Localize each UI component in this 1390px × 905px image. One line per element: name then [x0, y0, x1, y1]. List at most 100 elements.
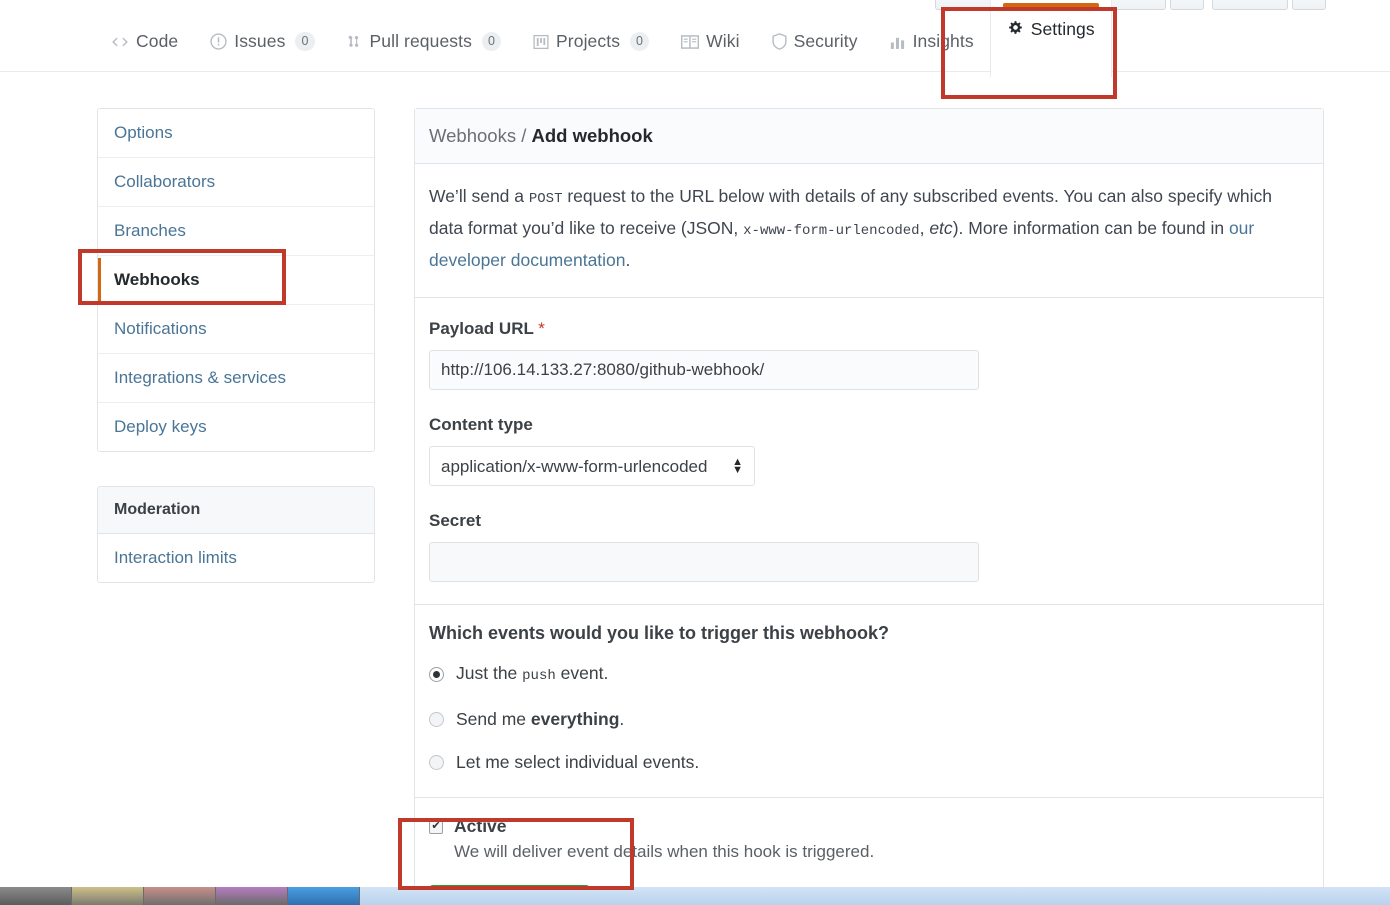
breadcrumb: Webhooks / Add webhook [415, 109, 1323, 164]
sidebar-item-branches[interactable]: Branches [98, 207, 374, 256]
tab-insights-label: Insights [912, 31, 974, 51]
events-question: Which events would you like to trigger t… [429, 623, 890, 643]
desc-part-4: ). More information can be found in [952, 218, 1229, 238]
sidebar-item-webhooks[interactable]: Webhooks [98, 256, 374, 305]
breadcrumb-separator: / [516, 125, 532, 146]
content-type-select[interactable]: application/x-www-form-urlencoded [429, 446, 755, 486]
radio-everything-icon[interactable] [429, 711, 444, 727]
desc-part-3: , [919, 218, 930, 238]
secret-input[interactable] [429, 542, 979, 582]
payload-url-input[interactable] [429, 350, 979, 390]
event-option-everything[interactable]: Send me everything. [429, 708, 1309, 730]
webhook-description: We’ll send a POST request to the URL bel… [429, 182, 1309, 275]
graph-icon [890, 34, 906, 50]
tab-pull-requests[interactable]: Pull requests 0 [331, 13, 518, 71]
checkbox-active-icon[interactable]: ✔ [429, 819, 443, 834]
tab-security[interactable]: Security [756, 13, 874, 71]
code-icon [111, 34, 129, 50]
secret-field: Secret [429, 510, 1309, 582]
taskbar-item-3[interactable] [144, 887, 216, 905]
active-checkbox-row[interactable]: ✔ Active [429, 816, 1309, 837]
star-count[interactable] [1170, 0, 1204, 10]
repo-nav-tabs: Code Issues 0 Pull requests 0 Projects 0… [95, 0, 1112, 77]
desc-em-etc: etc [929, 218, 953, 238]
tab-wiki[interactable]: Wiki [665, 13, 755, 71]
sidebar-item-options[interactable]: Options [98, 109, 374, 158]
tab-settings[interactable]: Settings [989, 0, 1112, 77]
secret-label: Secret [429, 511, 481, 530]
tab-settings-label: Settings [1030, 18, 1095, 39]
payload-url-label-text: Payload URL [429, 319, 534, 338]
desc-code-post: POST [528, 191, 563, 207]
webhook-events-section: Which events would you like to trigger t… [415, 605, 1323, 798]
desc-code-urlencoded: x-www-form-urlencoded [743, 223, 920, 239]
project-icon [533, 34, 549, 50]
repo-action-buttons-strip [0, 0, 1390, 12]
settings-menu-moderation: Moderation Interaction limits [97, 486, 375, 583]
payload-url-label: Payload URL * [429, 318, 1309, 340]
content-type-field: Content type application/x-www-form-urle… [429, 414, 1309, 486]
tab-code[interactable]: Code [95, 13, 194, 71]
desc-part-1: We’ll send a [429, 186, 529, 206]
taskbar-item-4[interactable] [216, 887, 288, 905]
payload-url-required-mark: * [538, 319, 545, 338]
gear-icon [1007, 19, 1024, 36]
taskbar-item-1[interactable] [0, 887, 72, 905]
active-label: Active [454, 816, 507, 836]
active-help-text: We will deliver event details when this … [454, 842, 875, 861]
issue-icon [210, 33, 227, 50]
settings-menu-primary: Options Collaborators Branches Webhooks … [97, 108, 375, 452]
tab-code-label: Code [136, 31, 179, 51]
os-taskbar[interactable] [0, 887, 1390, 905]
shield-icon [771, 33, 787, 50]
payload-url-field: Payload URL * [429, 318, 1309, 390]
event-option-push[interactable]: Just the push event. [429, 662, 1309, 687]
webhook-form-card: Webhooks / Add webhook We’ll send a POST… [414, 108, 1324, 905]
fork-button-group[interactable] [1212, 0, 1326, 10]
tab-wiki-label: Wiki [706, 31, 740, 51]
sidebar-item-deploy-keys[interactable]: Deploy keys [98, 403, 374, 451]
tab-issues-label: Issues [234, 31, 286, 51]
sidebar-item-interaction-limits[interactable]: Interaction limits [98, 534, 374, 582]
tab-projects[interactable]: Projects 0 [517, 13, 665, 71]
settings-sidebar: Options Collaborators Branches Webhooks … [97, 108, 375, 583]
push-pre: Just the [456, 663, 523, 683]
everything-pre: Send me [456, 709, 531, 729]
event-option-individual-label: Let me select individual events. [456, 752, 700, 772]
repo-nav: Code Issues 0 Pull requests 0 Projects 0… [0, 0, 1390, 77]
everything-post: . [619, 709, 625, 729]
push-code: push [522, 668, 556, 684]
push-post: event. [555, 663, 609, 683]
taskbar-empty-area[interactable] [360, 887, 1390, 905]
content-type-label: Content type [429, 415, 533, 434]
sidebar-item-integrations-services[interactable]: Integrations & services [98, 354, 374, 403]
webhook-description-section: We’ll send a POST request to the URL bel… [415, 164, 1323, 298]
tab-projects-label: Projects [556, 31, 621, 51]
browser-viewport: Code Issues 0 Pull requests 0 Projects 0… [0, 0, 1390, 905]
taskbar-item-5[interactable] [288, 887, 360, 905]
tab-issues-count: 0 [295, 32, 315, 51]
settings-page: Options Collaborators Branches Webhooks … [0, 98, 1390, 905]
radio-individual-icon[interactable] [429, 754, 444, 770]
desc-part-5: . [625, 250, 631, 270]
fork-button[interactable] [1212, 0, 1288, 10]
radio-push-icon[interactable] [429, 667, 444, 682]
webhook-fields-section: Payload URL * Content type application/x… [415, 298, 1323, 605]
content-type-select-wrapper: application/x-www-form-urlencoded ▲ ▼ [429, 446, 755, 486]
book-icon [681, 34, 700, 50]
taskbar-item-2[interactable] [72, 887, 144, 905]
sidebar-item-collaborators[interactable]: Collaborators [98, 158, 374, 207]
event-option-individual[interactable]: Let me select individual events. [429, 751, 1309, 773]
add-webhook-panel: Webhooks / Add webhook We’ll send a POST… [414, 108, 1324, 905]
tab-pull-requests-label: Pull requests [369, 31, 472, 51]
sidebar-item-notifications[interactable]: Notifications [98, 305, 374, 354]
pr-icon [347, 33, 363, 50]
event-option-everything-label: Send me everything. [456, 708, 624, 730]
tab-projects-count: 0 [630, 32, 650, 51]
tab-issues[interactable]: Issues 0 [194, 13, 330, 71]
fork-count[interactable] [1292, 0, 1326, 10]
tab-pull-requests-count: 0 [481, 32, 502, 51]
breadcrumb-webhooks-link[interactable]: Webhooks [429, 125, 516, 146]
everything-bold: everything [530, 709, 620, 729]
tab-insights[interactable]: Insights [874, 13, 990, 71]
